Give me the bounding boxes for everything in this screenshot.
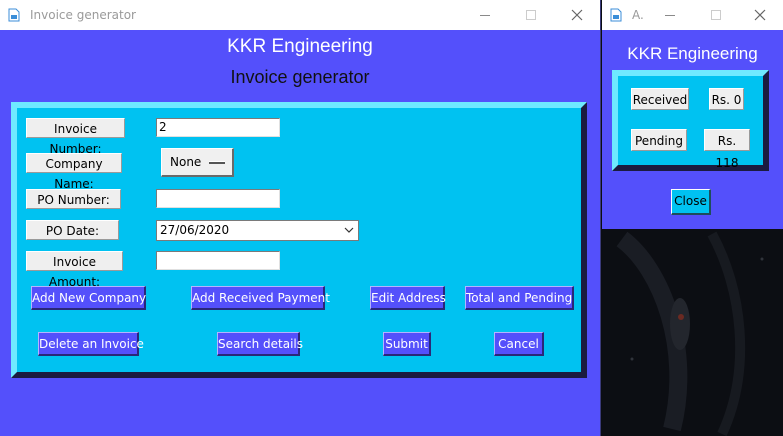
- add-received-payment-button[interactable]: Add Received Payment: [191, 286, 330, 310]
- close-button[interactable]: Close: [671, 189, 711, 215]
- add-new-company-button[interactable]: Add New Company: [31, 286, 146, 310]
- side-close-window-button[interactable]: [737, 0, 783, 30]
- background-image: [602, 229, 783, 436]
- invoice-number-input[interactable]: 2: [156, 118, 280, 137]
- company-name-label: Company Name:: [26, 153, 122, 191]
- maximize-button[interactable]: [508, 0, 554, 30]
- app-icon: [610, 8, 622, 22]
- po-number-label: PO Number:: [26, 189, 121, 209]
- close-window-button[interactable]: [554, 0, 600, 30]
- search-details-button[interactable]: Search details: [217, 332, 303, 356]
- pending-label: Pending: [631, 129, 687, 151]
- totals-window: A. KKR Engineering Received Rs. 0 Pendin…: [602, 0, 783, 436]
- po-date-value: 27/06/2020: [160, 223, 230, 237]
- pending-value: Rs. 118: [704, 129, 750, 170]
- side-window-content: KKR Engineering Received Rs. 0 Pending R…: [602, 30, 783, 229]
- invoice-amount-label: Invoice Amount:: [26, 251, 123, 289]
- po-date-picker[interactable]: 27/06/2020: [156, 220, 359, 241]
- total-and-pending-button[interactable]: Total and Pending: [465, 286, 574, 310]
- main-titlebar[interactable]: Invoice generator: [0, 0, 600, 30]
- cancel-button[interactable]: Cancel: [494, 332, 544, 356]
- minimize-icon: [665, 15, 675, 16]
- company-name-dropdown[interactable]: None: [161, 148, 234, 177]
- maximize-icon: [711, 10, 721, 20]
- delete-invoice-button[interactable]: Delete an Invoice: [38, 332, 144, 356]
- totals-panel: Received Rs. 0 Pending Rs. 118: [612, 70, 769, 171]
- company-name-selected: None: [170, 155, 202, 169]
- side-window-title: A.: [632, 8, 644, 22]
- company-heading: KKR Engineering: [227, 36, 373, 57]
- maximize-icon: [526, 10, 536, 20]
- po-number-input[interactable]: [156, 189, 280, 208]
- received-label: Received: [631, 88, 689, 110]
- invoice-form-panel: Invoice Number: 2 Company Name: None PO …: [11, 102, 587, 378]
- invoice-generator-window: Invoice generator KKR Engineering Invoic…: [0, 0, 601, 436]
- minimize-icon: [480, 15, 490, 16]
- invoice-amount-input[interactable]: [156, 251, 280, 270]
- side-company-heading: KKR Engineering: [627, 44, 758, 63]
- received-value: Rs. 0: [709, 88, 744, 110]
- side-titlebar[interactable]: A.: [602, 0, 783, 30]
- app-icon: [8, 8, 20, 22]
- side-minimize-button[interactable]: [647, 0, 693, 30]
- close-icon: [754, 9, 766, 21]
- main-window-title: Invoice generator: [30, 8, 136, 22]
- invoice-number-label: Invoice Number:: [26, 118, 125, 156]
- side-maximize-button[interactable]: [693, 0, 739, 30]
- minimize-button[interactable]: [462, 0, 508, 30]
- po-date-label: PO Date:: [26, 220, 119, 240]
- dropdown-arrow-icon[interactable]: [344, 227, 354, 234]
- submit-button[interactable]: Submit: [383, 332, 431, 356]
- option-menu-indicator-icon: [209, 161, 225, 164]
- edit-address-button[interactable]: Edit Address: [370, 286, 446, 310]
- close-icon: [571, 9, 583, 21]
- page-subheading: Invoice generator: [230, 67, 370, 87]
